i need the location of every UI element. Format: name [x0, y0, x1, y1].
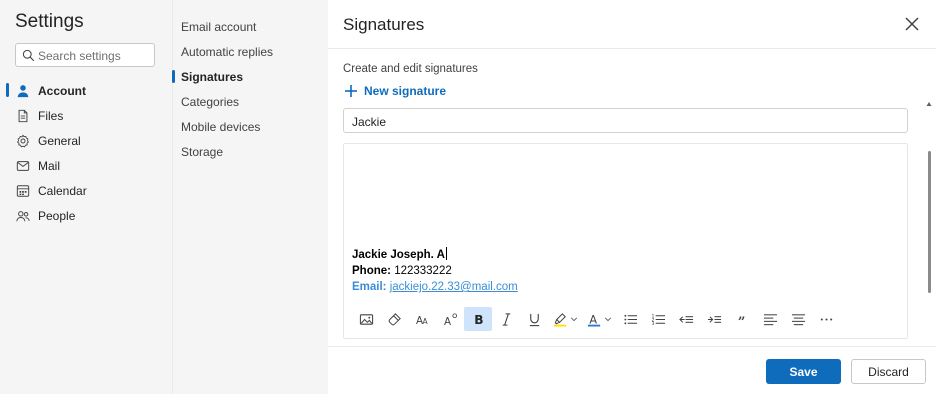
quote-button[interactable]: ” [728, 307, 756, 331]
close-icon [905, 17, 919, 31]
text-caret [445, 247, 447, 260]
numbered-list-icon: 123 [651, 313, 665, 327]
underline-button[interactable] [520, 307, 548, 331]
svg-text:A: A [422, 317, 428, 326]
vertical-scrollbar[interactable] [926, 101, 932, 346]
subnav-storage[interactable]: Storage [173, 139, 329, 164]
section-heading: Create and edit signatures [343, 63, 478, 75]
category-label: General [38, 133, 81, 148]
chevron-down-icon [604, 317, 611, 322]
gear-icon [16, 134, 30, 148]
category-mail[interactable]: Mail [0, 153, 172, 178]
signature-body-editor[interactable]: Jackie Joseph. A Phone: 122333222 Email:… [343, 143, 908, 339]
category-label: People [38, 208, 76, 223]
italic-icon [502, 312, 510, 326]
increase-indent-icon [707, 315, 721, 323]
signature-name-input[interactable]: Jackie [343, 108, 908, 133]
bullet-list-icon [623, 314, 637, 324]
category-label: Account [38, 83, 86, 98]
format-painter-button[interactable] [380, 307, 408, 331]
signature-editor-area: Create and edit signatures New signature… [328, 49, 936, 346]
formatting-toolbar: AA A B A 1 2 3 ” [352, 307, 840, 331]
underline-icon [529, 313, 539, 326]
scroll-up-icon[interactable] [926, 101, 932, 107]
decrease-indent-button[interactable] [672, 307, 700, 331]
discard-button[interactable]: Discard [851, 359, 926, 384]
settings-title: Settings [15, 11, 84, 32]
category-label: Mail [38, 158, 61, 173]
email-label: Email: [352, 281, 387, 293]
font-color-icon: A [587, 313, 600, 327]
svg-text:A: A [589, 313, 597, 326]
svg-text:B: B [474, 313, 483, 327]
subnav-signatures[interactable]: Signatures [172, 64, 329, 89]
font-color-button[interactable]: A [582, 307, 616, 331]
phone-label: Phone: [352, 265, 391, 277]
signature-name-line: Jackie Joseph. A [352, 249, 445, 261]
new-signature-button[interactable]: New signature [344, 84, 446, 98]
settings-sidebar: Settings Search settings Account Files G… [0, 0, 172, 394]
category-people[interactable]: People [0, 203, 172, 228]
highlight-button[interactable] [548, 307, 582, 331]
close-button[interactable] [902, 14, 922, 34]
panel-title: Signatures [343, 15, 425, 34]
save-button[interactable]: Save [766, 359, 841, 384]
more-options-icon [820, 317, 832, 321]
category-label: Calendar [38, 183, 87, 198]
font-size-button[interactable]: AA [408, 307, 436, 331]
mail-icon [16, 159, 30, 173]
phone-value: 122333222 [394, 265, 452, 277]
decrease-indent-icon [678, 315, 693, 323]
highlight-icon [553, 312, 566, 327]
scroll-thumb[interactable] [928, 151, 931, 293]
bullet-list-button[interactable] [616, 307, 644, 331]
signature-content[interactable]: Jackie Joseph. A Phone: 122333222 Email:… [352, 247, 518, 295]
signatures-panel: Signatures Create and edit signatures Ne… [328, 0, 936, 394]
subnav-automatic-replies[interactable]: Automatic replies [173, 39, 329, 64]
format-painter-icon [388, 312, 401, 325]
numbered-list-button[interactable]: 123 [644, 307, 672, 331]
category-account[interactable]: Account [0, 78, 172, 103]
align-left-icon [763, 313, 777, 325]
svg-text:”: ” [737, 315, 745, 327]
category-general[interactable]: General [0, 128, 172, 153]
category-files[interactable]: Files [0, 103, 172, 128]
more-options-button[interactable] [812, 307, 840, 331]
italic-button[interactable] [492, 307, 520, 331]
insert-picture-icon [359, 313, 373, 325]
align-left-button[interactable] [756, 307, 784, 331]
category-calendar[interactable]: Calendar [0, 178, 172, 203]
people-icon [16, 209, 30, 223]
quote-icon: ” [737, 315, 745, 327]
search-placeholder: Search settings [38, 49, 121, 63]
calendar-icon [16, 184, 30, 198]
superscript-icon: A [443, 312, 457, 327]
chevron-down-icon [570, 317, 577, 322]
bold-icon: B [474, 313, 483, 327]
superscript-button[interactable]: A [436, 307, 464, 331]
plus-icon [345, 85, 357, 97]
email-link[interactable]: jackiejo.22.33@mail.com [390, 281, 518, 293]
insert-picture-button[interactable] [352, 307, 380, 331]
search-settings-input[interactable]: Search settings [15, 43, 155, 67]
search-icon [22, 49, 35, 62]
settings-categories: Account Files General Mail Calendar Peop… [0, 78, 172, 228]
increase-indent-button[interactable] [700, 307, 728, 331]
divider [328, 346, 936, 347]
subnav-email-account[interactable]: Email account [173, 14, 329, 39]
font-size-icon: AA [415, 315, 428, 327]
account-subnav: Email account Automatic replies Signatur… [172, 0, 328, 394]
file-icon [16, 109, 30, 123]
subnav-mobile-devices[interactable]: Mobile devices [173, 114, 329, 139]
subnav-categories[interactable]: Categories [173, 89, 329, 114]
new-signature-label: New signature [364, 84, 447, 98]
bold-button[interactable]: B [464, 307, 492, 331]
svg-text:3: 3 [651, 321, 654, 327]
align-center-button[interactable] [784, 307, 812, 331]
category-label: Files [38, 108, 64, 123]
align-center-icon [791, 313, 805, 325]
svg-text:A: A [443, 316, 450, 327]
person-icon [16, 84, 30, 98]
